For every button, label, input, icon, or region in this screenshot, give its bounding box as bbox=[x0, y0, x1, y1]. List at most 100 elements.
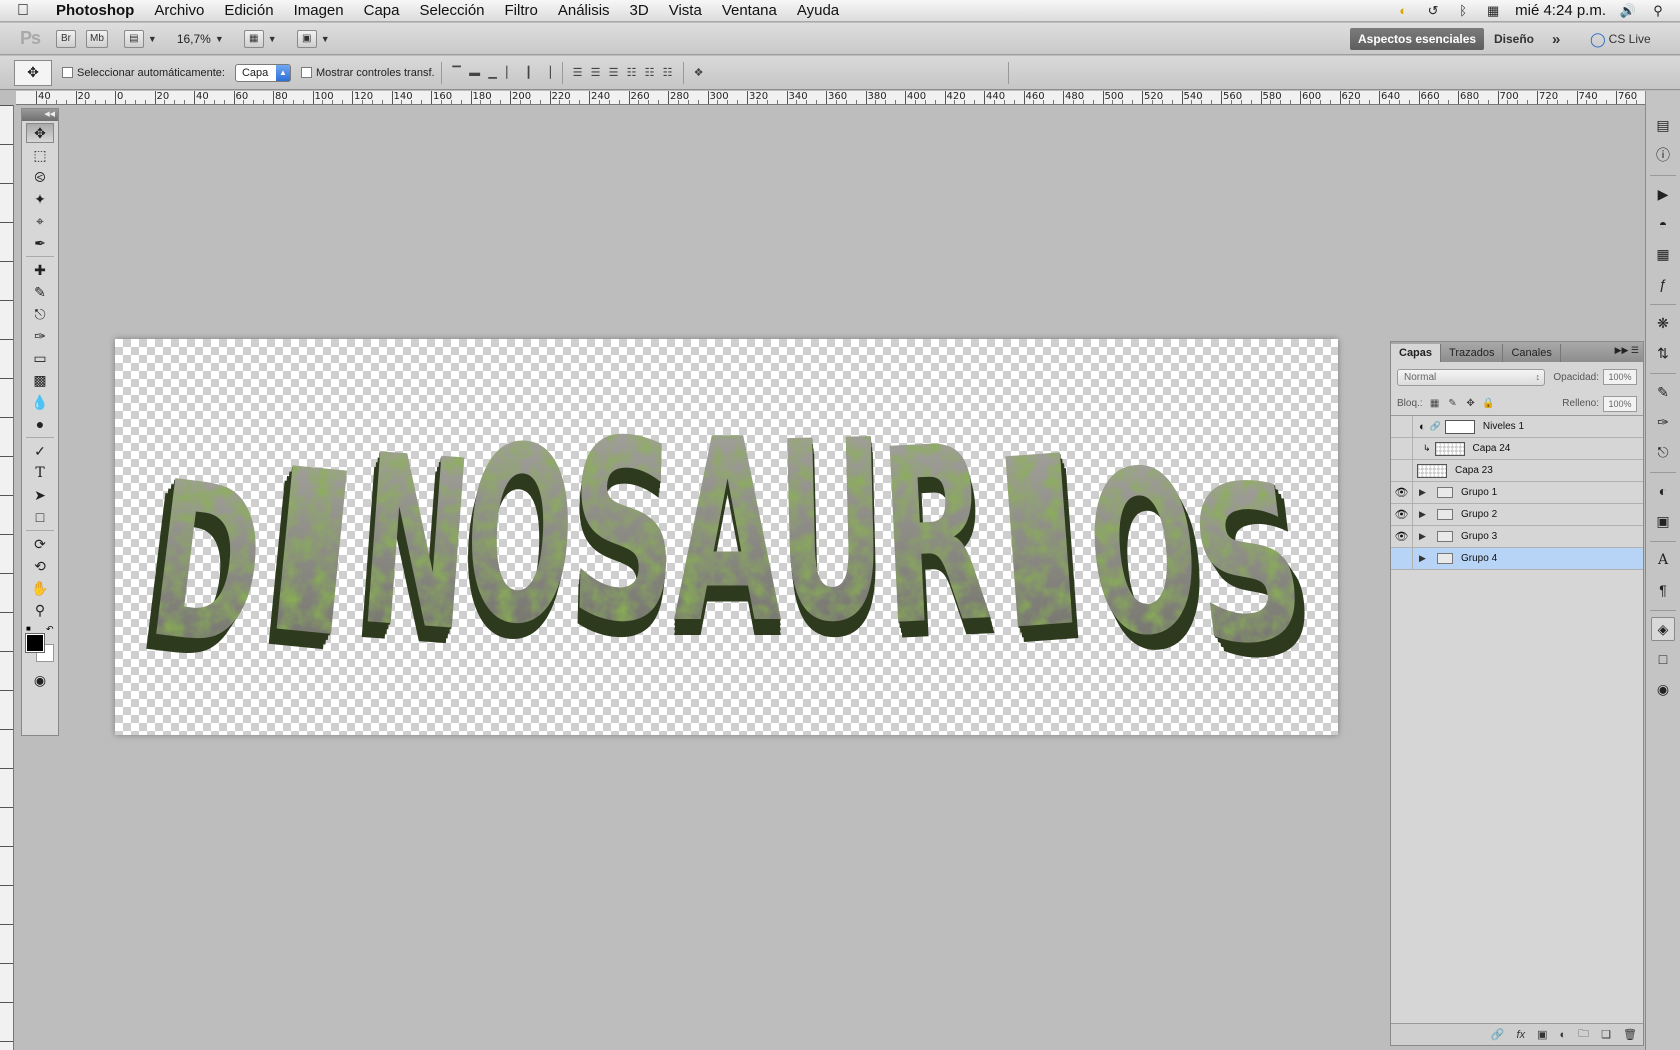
layer-row[interactable]: 👁 ▶ Grupo 2 bbox=[1391, 503, 1643, 526]
zoom-chevron-down-icon[interactable]: ▼ bbox=[215, 34, 224, 44]
menu-3d[interactable]: 3D bbox=[620, 2, 659, 19]
align-bottom-icon[interactable]: ▁ bbox=[484, 64, 502, 82]
lock-all-icon[interactable]: 🔒 bbox=[1482, 398, 1494, 410]
fill-field[interactable]: 100% bbox=[1603, 395, 1637, 412]
path-selection-tool-icon[interactable]: ➤ bbox=[26, 485, 54, 505]
align-right-icon[interactable]: ▕ bbox=[538, 64, 556, 82]
adjustments-icon[interactable]: ◐ bbox=[1651, 479, 1675, 503]
menu-imagen[interactable]: Imagen bbox=[284, 2, 354, 19]
time-machine-icon[interactable]: ↺ bbox=[1425, 3, 1441, 19]
distribute-hcenter-icon[interactable]: ☷ bbox=[641, 64, 659, 82]
animation-panel-icon[interactable]: ▶ bbox=[1651, 182, 1675, 206]
spotlight-search-icon[interactable]: ⚲ bbox=[1650, 3, 1666, 19]
menubar-clock[interactable]: mié 4:24 p.m. bbox=[1515, 2, 1606, 19]
paths-panel-icon[interactable]: □ bbox=[1651, 647, 1675, 671]
menu-edicion[interactable]: Edición bbox=[214, 2, 283, 19]
auto-select-option[interactable]: Seleccionar automáticamente: bbox=[62, 67, 225, 79]
new-group-icon[interactable]: 🗀 bbox=[1578, 1025, 1589, 1044]
opacity-field[interactable]: 100% bbox=[1603, 369, 1637, 385]
workspace-aspectos-esenciales[interactable]: Aspectos esenciales bbox=[1350, 28, 1485, 50]
menu-analisis[interactable]: Análisis bbox=[548, 2, 620, 19]
layer-row[interactable]: ◐ 🔗 Niveles 1 bbox=[1391, 415, 1643, 438]
3d-panel-icon[interactable]: ❋ bbox=[1651, 311, 1675, 335]
layer-row[interactable]: ↳ Capa 24 bbox=[1391, 437, 1643, 460]
view-extras-icon[interactable]: ▤ bbox=[123, 29, 144, 48]
zoom-tool-icon[interactable]: ⚲ bbox=[26, 600, 54, 620]
eye-icon[interactable]: 👁 bbox=[1391, 481, 1413, 504]
cs-live-button[interactable]: ◯ CS Live bbox=[1590, 28, 1651, 50]
dodge-tool-icon[interactable]: ● bbox=[26, 414, 54, 434]
menu-archivo[interactable]: Archivo bbox=[144, 2, 214, 19]
auto-select-target-select[interactable]: Capa ▲ bbox=[234, 63, 291, 82]
align-vcenter-icon[interactable]: ▬ bbox=[466, 64, 484, 82]
3d-orbit-tool-icon[interactable]: ⟲ bbox=[26, 556, 54, 576]
distribute-top-icon[interactable]: ☰ bbox=[569, 64, 587, 82]
expand-triangle-icon[interactable]: ▶ bbox=[1419, 531, 1433, 542]
bluetooth-icon[interactable]: ᛒ bbox=[1455, 3, 1471, 19]
expand-triangle-icon[interactable]: ▶ bbox=[1419, 509, 1433, 520]
magic-wand-tool-icon[interactable]: ✦ bbox=[26, 189, 54, 209]
clone-stamp-tool-icon[interactable]: ⎋ bbox=[26, 304, 54, 324]
histogram-panel-icon[interactable]: ▤ bbox=[1651, 113, 1675, 137]
bridge-button[interactable]: Br bbox=[56, 29, 76, 48]
menu-ayuda[interactable]: Ayuda bbox=[787, 2, 849, 19]
distribute-bottom-icon[interactable]: ☰ bbox=[605, 64, 623, 82]
status-moon-icon[interactable]: ◐ bbox=[1395, 3, 1411, 19]
expand-triangle-icon[interactable]: ▶ bbox=[1419, 487, 1433, 498]
lock-pixels-icon[interactable]: ✎ bbox=[1447, 398, 1459, 410]
panel-menu-icon[interactable]: ▶▶ ☰ bbox=[1615, 345, 1639, 356]
align-top-icon[interactable]: ▔ bbox=[448, 64, 466, 82]
hand-tool-icon[interactable]: ✋ bbox=[26, 578, 54, 598]
arrange-documents-icon[interactable]: ▦ bbox=[243, 29, 264, 48]
add-mask-icon[interactable]: ▣ bbox=[1537, 1028, 1547, 1041]
move-tool-icon[interactable]: ✥ bbox=[26, 123, 54, 143]
new-adjustment-icon[interactable]: ◐ bbox=[1560, 1029, 1567, 1041]
paragraph-panel-icon[interactable]: ¶ bbox=[1651, 578, 1675, 602]
tab-canales[interactable]: Canales bbox=[1503, 344, 1561, 362]
menu-app-name[interactable]: Photoshop bbox=[46, 2, 144, 19]
type-tool-icon[interactable]: T bbox=[26, 463, 54, 483]
quick-mask-icon[interactable]: ◉ bbox=[26, 670, 54, 690]
brush-tool-icon[interactable]: ✎ bbox=[26, 282, 54, 302]
move-tool-preset-icon[interactable]: ✥ bbox=[14, 59, 52, 86]
eraser-tool-icon[interactable]: ▭ bbox=[26, 348, 54, 368]
delete-layer-icon[interactable]: 🗑 bbox=[1623, 1028, 1637, 1041]
pen-tool-icon[interactable]: ✓ bbox=[26, 441, 54, 461]
foreground-color-swatch[interactable] bbox=[25, 633, 45, 653]
menu-filtro[interactable]: Filtro bbox=[495, 2, 548, 19]
brush-presets-panel-icon[interactable]: ✎ bbox=[1651, 380, 1675, 404]
tab-trazados[interactable]: Trazados bbox=[1441, 344, 1504, 362]
tools-panel-header[interactable]: ◀◀ bbox=[22, 109, 58, 121]
lock-transparency-icon[interactable]: ▦ bbox=[1429, 398, 1441, 410]
lock-position-icon[interactable]: ✥ bbox=[1465, 398, 1477, 410]
swatches-panel-icon[interactable]: ▦ bbox=[1651, 242, 1675, 266]
character-panel-icon[interactable]: A bbox=[1651, 548, 1675, 572]
link-layers-icon[interactable]: 🔗 bbox=[1491, 1028, 1505, 1041]
visibility-toggle[interactable] bbox=[1391, 415, 1413, 438]
expand-triangle-icon[interactable]: ▶ bbox=[1419, 553, 1433, 564]
layer-row[interactable]: 👁 ▶ Grupo 1 bbox=[1391, 481, 1643, 504]
default-colors-icon[interactable]: ■ bbox=[26, 624, 31, 633]
styles-panel-icon[interactable]: ƒ bbox=[1651, 272, 1675, 296]
menu-capa[interactable]: Capa bbox=[354, 2, 410, 19]
crop-tool-icon[interactable]: ⌖ bbox=[26, 211, 54, 231]
volume-icon[interactable]: 🔊 bbox=[1620, 3, 1636, 19]
layer-row[interactable]: Capa 23 bbox=[1391, 459, 1643, 482]
document-canvas[interactable]: DDDDIIIINNNNOOOOSSSSAAAAUUUURRRRIIIIOOOO… bbox=[115, 339, 1338, 735]
gradient-tool-icon[interactable]: ▩ bbox=[26, 370, 54, 390]
more-workspaces-icon[interactable]: » bbox=[1552, 28, 1560, 50]
align-hcenter-icon[interactable]: ┃ bbox=[520, 64, 538, 82]
apple-menu-icon[interactable]:  bbox=[0, 2, 46, 20]
healing-brush-tool-icon[interactable]: ✚ bbox=[26, 260, 54, 280]
menu-vista[interactable]: Vista bbox=[659, 2, 712, 19]
mini-bridge-button[interactable]: Mb bbox=[86, 29, 108, 48]
arrange-chevron-down-icon[interactable]: ▼ bbox=[268, 34, 277, 44]
show-transform-checkbox[interactable] bbox=[300, 67, 312, 78]
visibility-toggle[interactable] bbox=[1391, 547, 1413, 570]
align-left-icon[interactable]: ▏ bbox=[502, 64, 520, 82]
visibility-toggle[interactable] bbox=[1391, 437, 1413, 460]
zoom-level[interactable]: 16,7% bbox=[177, 32, 211, 46]
shape-tool-icon[interactable]: □ bbox=[26, 507, 54, 527]
vertical-ruler[interactable] bbox=[0, 105, 14, 1050]
horizontal-ruler[interactable]: 40 20 0 20 40 60 80 100 120 140 160 180 200 220 240 260… bbox=[16, 91, 1646, 105]
